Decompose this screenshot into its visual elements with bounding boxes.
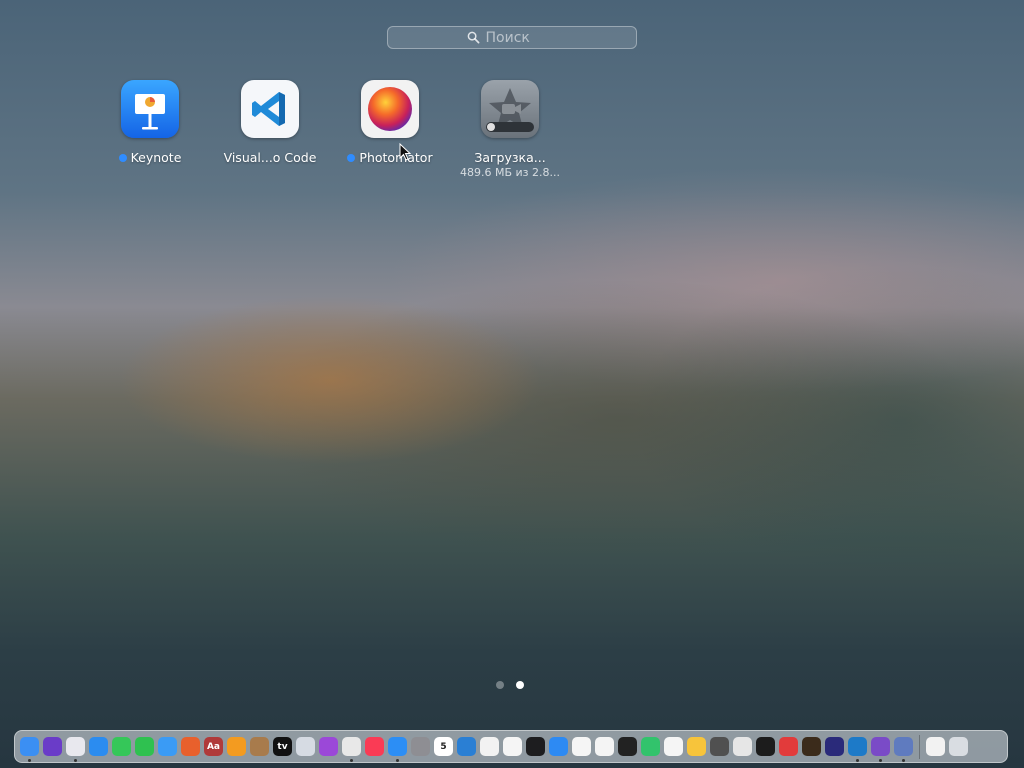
dock-item-vs-code-alt[interactable] — [296, 737, 315, 756]
search-input[interactable] — [483, 28, 558, 47]
photomator-icon — [361, 80, 419, 138]
search-icon — [467, 31, 479, 44]
page-dot-2[interactable] — [516, 681, 524, 689]
dock-item-launchpad[interactable] — [66, 737, 85, 762]
dock-item-textedit[interactable] — [733, 737, 752, 756]
dock-item-news[interactable] — [595, 737, 614, 756]
app-downloading[interactable]: Загрузка... 489.6 МБ из 2.8... — [450, 80, 570, 179]
dock-item-messages[interactable] — [112, 737, 131, 756]
launchpad-search[interactable] — [387, 26, 637, 49]
dock-item-stocks[interactable] — [618, 737, 637, 756]
page-dot-1[interactable] — [496, 681, 504, 689]
app-visual-studio-code[interactable]: Visual...o Code — [210, 80, 330, 165]
dock-item-downloads-stack[interactable] — [926, 737, 945, 756]
running-indicator — [74, 759, 77, 762]
page-indicator — [496, 681, 524, 689]
dock-item-firefox[interactable] — [181, 737, 200, 756]
dock-item-chrome[interactable] — [342, 737, 361, 762]
calendar-icon: 5 — [440, 741, 447, 752]
running-indicator — [902, 759, 905, 762]
dock-item-affinity[interactable] — [825, 737, 844, 756]
dock-item-podcasts[interactable] — [319, 737, 338, 756]
dock-item-calculator[interactable] — [710, 737, 729, 756]
dock-item-keynote[interactable] — [549, 737, 568, 756]
dock-item-find-my[interactable] — [641, 737, 660, 756]
dock-item-finder[interactable] — [20, 737, 39, 762]
new-app-dot — [118, 153, 127, 162]
dock-item-dictionary[interactable]: Aa — [204, 737, 223, 756]
keynote-icon — [121, 80, 179, 138]
running-indicator — [879, 759, 882, 762]
mouse-pointer-icon — [399, 143, 411, 161]
dock-item-facetime[interactable] — [135, 737, 154, 756]
dock-item-visual-studio[interactable] — [871, 737, 890, 762]
dock-item-pixelmator[interactable] — [802, 737, 821, 756]
app-photomator[interactable]: Photomator — [330, 80, 450, 165]
dictionary-icon: Aa — [206, 741, 221, 752]
imovie-download-icon — [481, 80, 539, 138]
dock-item-pdf-expert[interactable] — [779, 737, 798, 756]
dock-item-music[interactable] — [365, 737, 384, 756]
dock-item-icloud[interactable] — [457, 737, 476, 756]
new-app-dot — [347, 153, 356, 162]
dock-item-trash[interactable] — [949, 737, 968, 756]
dock-item-google-drive[interactable] — [480, 737, 499, 756]
vscode-icon — [241, 80, 299, 138]
dock-item-books[interactable] — [227, 737, 246, 756]
dock-item-siri[interactable] — [43, 737, 62, 756]
dock-item-terminal[interactable] — [756, 737, 775, 756]
app-keynote[interactable]: Keynote — [90, 80, 210, 165]
dock-item-reminders[interactable] — [572, 737, 591, 756]
app-label: Photomator — [347, 150, 433, 165]
app-label: Keynote — [118, 150, 181, 165]
dock-separator — [919, 734, 920, 759]
running-indicator — [396, 759, 399, 762]
dock-item-mail[interactable] — [158, 737, 177, 756]
running-indicator — [28, 759, 31, 762]
running-indicator — [350, 759, 353, 762]
dock-item-photos[interactable] — [503, 737, 522, 756]
dock-item-visual-studio-code[interactable] — [848, 737, 867, 762]
apple-tv-icon: tv — [277, 741, 288, 752]
dock: Aa tv 5 — [14, 730, 1008, 763]
app-label: Visual...o Code — [223, 150, 317, 165]
dock-item-clock[interactable] — [664, 737, 683, 756]
dock-item-video-editor[interactable] — [526, 737, 545, 756]
dock-item-home[interactable] — [687, 737, 706, 756]
dock-item-archive[interactable] — [250, 737, 269, 756]
dock-item-calendar[interactable]: 5 — [434, 737, 453, 756]
dock-item-app-store[interactable] — [388, 737, 407, 762]
running-indicator — [856, 759, 859, 762]
download-progress-text: 489.6 МБ из 2.8... — [460, 166, 560, 179]
dock-item-system-settings[interactable] — [411, 737, 430, 756]
app-label: Загрузка... — [474, 150, 546, 165]
dock-item-xcode-tool[interactable] — [894, 737, 913, 762]
dock-item-safari[interactable] — [89, 737, 108, 756]
dock-item-apple-tv[interactable]: tv — [273, 737, 292, 756]
